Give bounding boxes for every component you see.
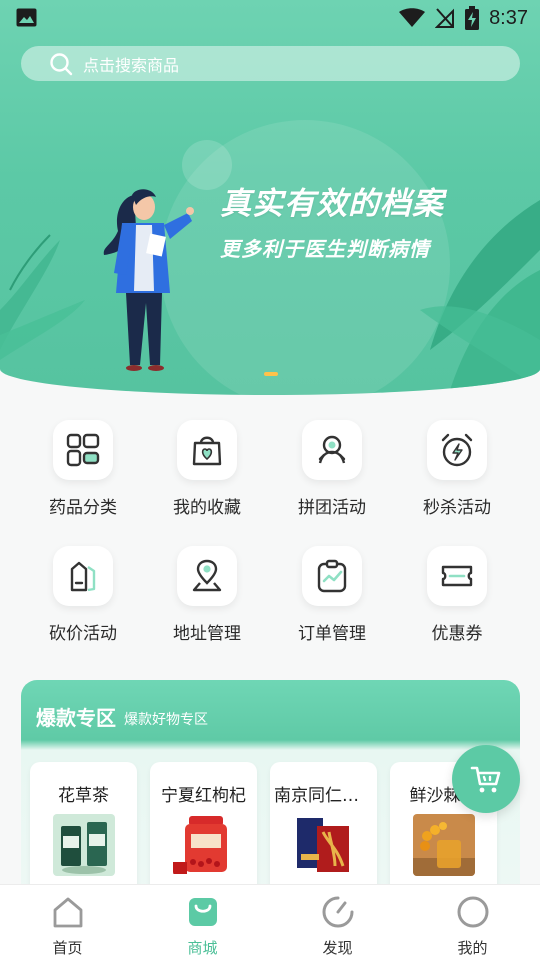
cart-icon	[470, 766, 501, 793]
banner-title: 真实有效的档案	[220, 186, 444, 222]
menu-icon-tile	[427, 546, 487, 606]
search-placeholder: 点击搜索商品	[83, 55, 180, 75]
search-bar[interactable]: 点击搜索商品	[21, 46, 520, 81]
profile-icon	[457, 896, 488, 928]
menu-label: 订单管理	[298, 624, 366, 644]
menu-icon-tile	[302, 420, 362, 480]
product-image-ginseng	[292, 814, 355, 876]
tab-shop[interactable]: 商城	[135, 895, 270, 958]
home-icon	[53, 897, 82, 928]
menu-label: 我的收藏	[173, 498, 241, 518]
leaves-left-illustration	[0, 234, 85, 360]
bottom-tab-bar: 首页 商城 发现 我的	[0, 884, 540, 960]
menu-label: 拼团活动	[298, 498, 366, 518]
menu-label: 优惠券	[431, 624, 483, 644]
menu-item-coupons[interactable]: 优惠券	[395, 546, 519, 644]
menu-item-flash-sale[interactable]: 秒杀活动	[395, 420, 519, 518]
cart-button[interactable]	[452, 745, 520, 813]
flash-sale-clock-icon	[441, 433, 473, 467]
order-clipboard-icon	[317, 559, 347, 593]
location-pin-icon	[192, 559, 222, 592]
menu-icon-tile	[53, 420, 113, 480]
product-image-tea	[52, 814, 115, 876]
product-card[interactable]: 宁夏红枸杞	[150, 762, 257, 900]
product-card[interactable]: 花草茶	[30, 762, 137, 900]
hot-products-section: 爆款专区 爆款好物专区 花草茶 宁夏红枸杞 南京同仁堂... 鲜沙棘原	[21, 680, 520, 900]
product-card[interactable]: 南京同仁堂...	[270, 762, 377, 900]
menu-label: 药品分类	[49, 498, 117, 518]
status-time: 8:37	[489, 6, 528, 29]
battery-charging-icon	[465, 6, 480, 30]
favorite-bag-icon	[192, 436, 222, 466]
tab-label: 首页	[52, 939, 83, 957]
product-image-goji	[172, 814, 235, 876]
coupon-ticket-icon	[441, 565, 473, 587]
menu-label: 地址管理	[173, 624, 241, 644]
banner-subtitle: 更多利于医生判断病情	[220, 237, 430, 261]
category-grid-icon	[66, 433, 100, 467]
menu-item-drug-category[interactable]: 药品分类	[21, 420, 145, 518]
menu-item-address[interactable]: 地址管理	[145, 546, 269, 644]
menu-icon-tile	[177, 546, 237, 606]
no-signal-icon	[435, 8, 455, 28]
menu-item-bargain[interactable]: 砍价活动	[21, 546, 145, 644]
product-name: 宁夏红枸杞	[161, 786, 246, 806]
group-buy-icon	[318, 435, 346, 464]
menu-icon-tile	[53, 546, 113, 606]
discover-icon	[322, 896, 353, 928]
menu-icon-tile	[302, 546, 362, 606]
menu-icon-tile	[177, 420, 237, 480]
tab-home[interactable]: 首页	[0, 895, 135, 958]
carousel-indicator[interactable]	[264, 372, 278, 376]
menu-item-favorites[interactable]: 我的收藏	[145, 420, 269, 518]
bargain-tag-icon	[70, 561, 96, 592]
wifi-icon	[399, 8, 426, 27]
menu-label: 秒杀活动	[423, 498, 491, 518]
shop-bag-icon	[188, 898, 217, 926]
tab-label: 商城	[187, 939, 218, 957]
section-subtitle: 爆款好物专区	[124, 712, 208, 728]
menu-label: 砍价活动	[49, 624, 117, 644]
product-image-seabuckthorn	[412, 814, 475, 876]
status-bar: 8:37	[0, 0, 540, 36]
menu-item-group-buy[interactable]: 拼团活动	[270, 420, 394, 518]
top-banner[interactable]: 真实有效的档案 更多利于医生判断病情 8:37 点击搜索商品	[0, 0, 540, 395]
tab-label: 发现	[322, 939, 353, 957]
product-name: 花草茶	[58, 786, 109, 806]
tab-label: 我的	[457, 939, 488, 957]
menu-item-orders[interactable]: 订单管理	[270, 546, 394, 644]
doctor-illustration	[103, 189, 194, 371]
menu-icon-tile	[427, 420, 487, 480]
search-icon	[50, 52, 73, 75]
product-name: 南京同仁堂...	[274, 786, 376, 806]
image-icon	[16, 8, 37, 27]
tab-discover[interactable]: 发现	[270, 895, 405, 958]
tab-profile[interactable]: 我的	[405, 895, 540, 958]
section-title: 爆款专区	[36, 706, 116, 730]
